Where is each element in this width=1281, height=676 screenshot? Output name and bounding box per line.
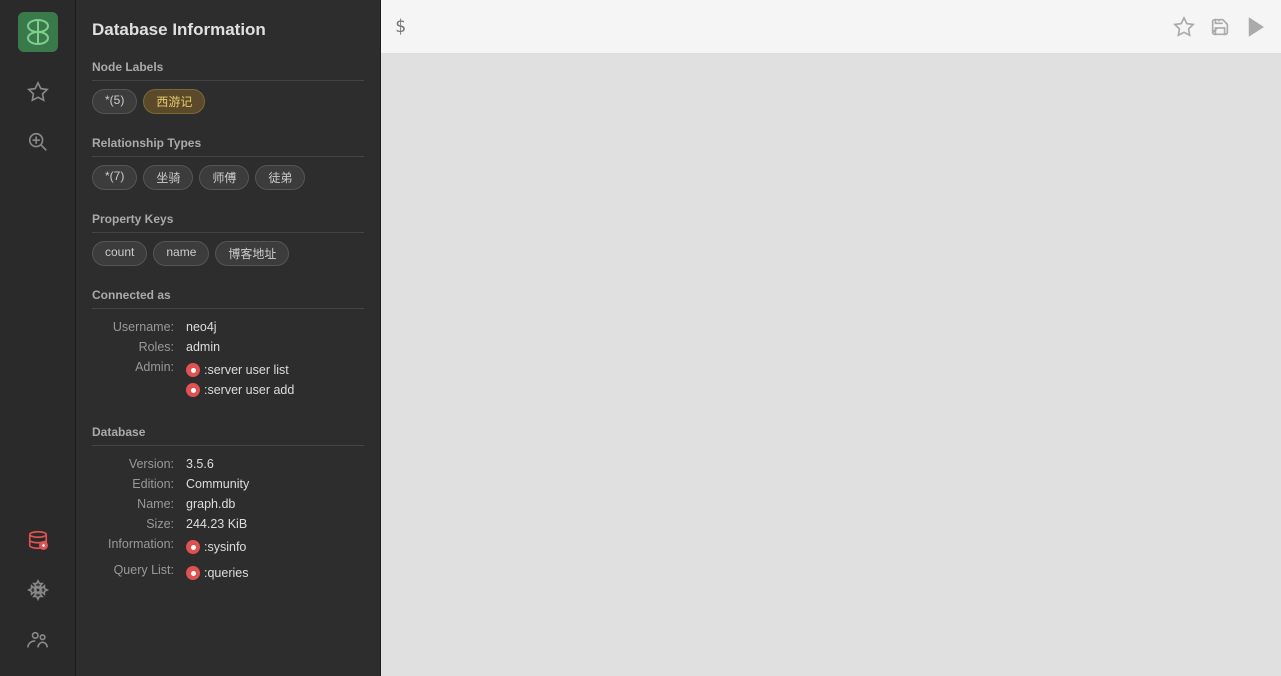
version-row: Version: 3.5.6 <box>92 454 364 474</box>
query-input[interactable] <box>395 16 1163 37</box>
information-link-cell: :sysinfo <box>182 534 364 560</box>
server-user-list-label: :server user list <box>204 360 289 380</box>
username-label: Username: <box>92 317 182 337</box>
app-logo <box>16 10 60 54</box>
settings-icon[interactable] <box>16 568 60 612</box>
size-row: Size: 244.23 KiB <box>92 514 364 534</box>
sysinfo-link[interactable]: :sysinfo <box>186 537 360 557</box>
connected-as-section: Connected as Username: neo4j Roles: admi… <box>92 288 364 403</box>
server-user-add-label: :server user add <box>204 380 294 400</box>
prop-key-blog[interactable]: 博客地址 <box>215 241 289 266</box>
run-query-icon[interactable] <box>1245 16 1267 38</box>
connected-as-heading: Connected as <box>92 288 364 309</box>
content-area <box>381 54 1281 676</box>
relationship-types-section: Relationship Types *(7) 坐骑 师傅 徒弟 <box>92 136 364 190</box>
link-dot-1 <box>186 363 200 377</box>
query-actions <box>1173 16 1267 38</box>
database-section: Database Version: 3.5.6 Edition: Communi… <box>92 425 364 586</box>
admin-label: Admin: <box>92 357 182 403</box>
prop-key-name[interactable]: name <box>153 241 209 266</box>
property-keys-heading: Property Keys <box>92 212 364 233</box>
link-dot-sysinfo <box>186 540 200 554</box>
queries-label: :queries <box>204 563 248 583</box>
edition-value: Community <box>182 474 364 494</box>
rel-type-zuoji[interactable]: 坐骑 <box>143 165 193 190</box>
property-keys-section: Property Keys count name 博客地址 <box>92 212 364 266</box>
server-user-add-link[interactable]: :server user add <box>186 380 360 400</box>
community-icon[interactable] <box>16 618 60 662</box>
size-label: Size: <box>92 514 182 534</box>
admin-links: :server user list :server user add <box>182 357 364 403</box>
connected-as-table: Username: neo4j Roles: admin Admin: :ser… <box>92 317 364 403</box>
save-query-icon[interactable] <box>1209 16 1231 38</box>
rel-type-tudi[interactable]: 徒弟 <box>255 165 305 190</box>
favorites-icon[interactable] <box>16 70 60 114</box>
querylist-row: Query List: :queries <box>92 560 364 586</box>
information-row: Information: :sysinfo <box>92 534 364 560</box>
node-label-xiyouji[interactable]: 西游记 <box>143 89 205 114</box>
db-name-label: Name: <box>92 494 182 514</box>
link-dot-queries <box>186 566 200 580</box>
information-label: Information: <box>92 534 182 560</box>
db-name-value: graph.db <box>182 494 364 514</box>
query-bar <box>381 0 1281 54</box>
prop-key-count[interactable]: count <box>92 241 147 266</box>
username-row: Username: neo4j <box>92 317 364 337</box>
querylist-label: Query List: <box>92 560 182 586</box>
database-heading: Database <box>92 425 364 446</box>
database-icon[interactable] <box>16 518 60 562</box>
queries-link[interactable]: :queries <box>186 563 360 583</box>
main-panel <box>381 0 1281 676</box>
roles-value: admin <box>182 337 364 357</box>
version-label: Version: <box>92 454 182 474</box>
edition-label: Edition: <box>92 474 182 494</box>
sidebar-title: Database Information <box>92 20 364 40</box>
sidebar-panel: Database Information Node Labels *(5) 西游… <box>76 0 381 676</box>
node-labels-section: Node Labels *(5) 西游记 <box>92 60 364 114</box>
database-table: Version: 3.5.6 Edition: Community Name: … <box>92 454 364 586</box>
rel-type-shifu[interactable]: 师傅 <box>199 165 249 190</box>
rel-type-all[interactable]: *(7) <box>92 165 137 190</box>
version-value: 3.5.6 <box>182 454 364 474</box>
node-labels-heading: Node Labels <box>92 60 364 81</box>
relationship-types-heading: Relationship Types <box>92 136 364 157</box>
admin-row: Admin: :server user list :server user ad… <box>92 357 364 403</box>
db-name-row: Name: graph.db <box>92 494 364 514</box>
edition-row: Edition: Community <box>92 474 364 494</box>
favorite-query-icon[interactable] <box>1173 16 1195 38</box>
node-label-all[interactable]: *(5) <box>92 89 137 114</box>
username-value: neo4j <box>182 317 364 337</box>
link-dot-2 <box>186 383 200 397</box>
search-icon[interactable] <box>16 120 60 164</box>
server-user-list-link[interactable]: :server user list <box>186 360 360 380</box>
icon-bar <box>0 0 76 676</box>
size-value: 244.23 KiB <box>182 514 364 534</box>
node-labels-tags: *(5) 西游记 <box>92 89 364 114</box>
property-keys-tags: count name 博客地址 <box>92 241 364 266</box>
roles-label: Roles: <box>92 337 182 357</box>
roles-row: Roles: admin <box>92 337 364 357</box>
querylist-link-cell: :queries <box>182 560 364 586</box>
relationship-types-tags: *(7) 坐骑 师傅 徒弟 <box>92 165 364 190</box>
sysinfo-label: :sysinfo <box>204 537 246 557</box>
